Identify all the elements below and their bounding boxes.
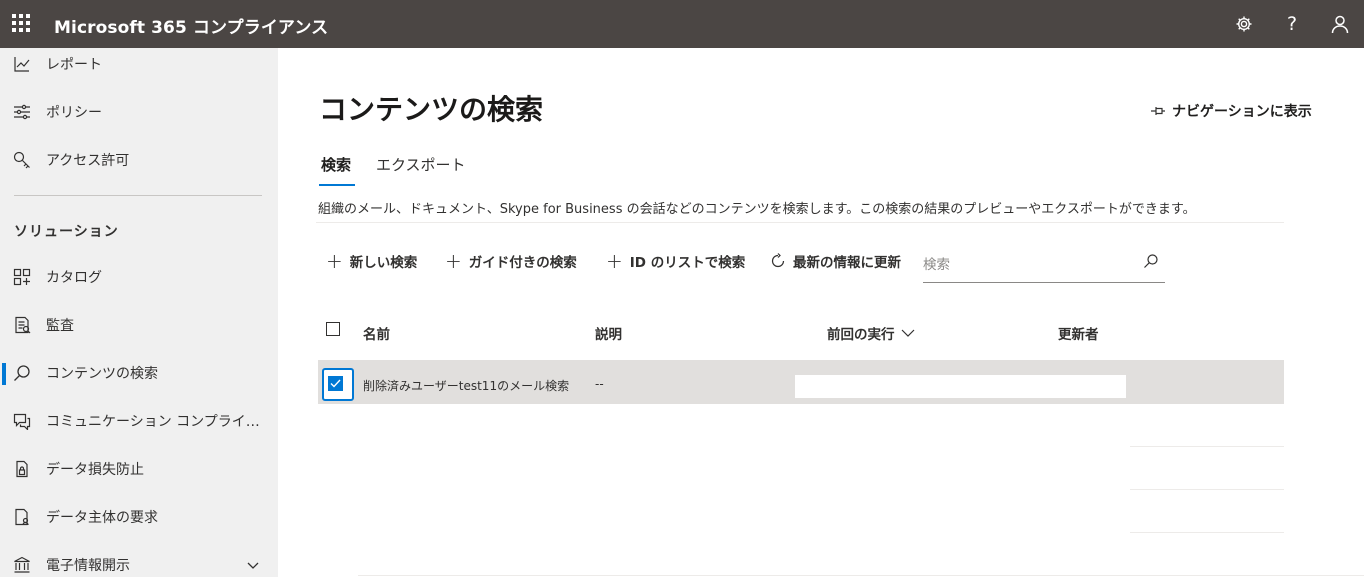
active-indicator [2, 363, 6, 385]
divider [1130, 489, 1284, 490]
sidebar-item-label: カタログ [46, 270, 102, 286]
tab-label: 検索 [321, 156, 352, 174]
checkmark-icon [330, 379, 341, 388]
audit-icon [15, 316, 31, 334]
sidebar: レポート ポリシー アクセス許可 ソリューション カタログ 監査 コンテンツの検… [0, 48, 278, 577]
sidebar-item-catalog[interactable]: カタログ [0, 257, 278, 297]
sidebar-item-dlp[interactable]: データ損失防止 [0, 449, 278, 489]
sidebar-item-label: コミュニケーション コンプライ… [46, 414, 260, 430]
sidebar-item-permissions[interactable]: アクセス許可 [0, 140, 278, 180]
column-header-name[interactable]: 名前 [363, 323, 390, 343]
sidebar-item-policy[interactable]: ポリシー [0, 92, 278, 132]
sidebar-item-ediscovery[interactable]: 電子情報開示 [0, 545, 278, 585]
sidebar-item-label: コンテンツの検索 [46, 366, 158, 382]
sidebar-item-audit[interactable]: 監査 [0, 305, 278, 345]
ediscovery-icon [14, 556, 30, 573]
plus-icon: + [445, 249, 462, 273]
divider [316, 222, 1284, 223]
chevron-down-icon [901, 329, 914, 337]
sidebar-item-label: 電子情報開示 [46, 558, 130, 574]
divider [1130, 532, 1284, 533]
help-icon[interactable]: ? [1280, 12, 1304, 36]
search-box [923, 248, 1165, 283]
column-header-label: 前回の実行 [827, 327, 895, 343]
refresh-icon [771, 253, 785, 268]
plus-icon: + [606, 249, 623, 273]
plus-icon: + [326, 249, 343, 273]
page-description: 組織のメール、ドキュメント、Skype for Business の会話などのコ… [318, 202, 1196, 217]
new-search-button[interactable]: + 新しい検索 [326, 251, 417, 271]
dsr-icon [15, 508, 29, 526]
tab-label: エクスポート [376, 156, 466, 174]
id-list-search-button[interactable]: + ID のリストで検索 [606, 251, 745, 271]
button-label: ID のリストで検索 [629, 255, 746, 271]
app-title[interactable]: Microsoft 365 コンプライアンス [54, 13, 328, 38]
divider [1130, 446, 1284, 447]
sidebar-item-label: アクセス許可 [46, 153, 130, 169]
waffle-icon[interactable] [12, 14, 32, 34]
row-checkbox[interactable] [328, 376, 343, 391]
show-in-nav-label: ナビゲーションに表示 [1172, 104, 1312, 120]
sidebar-item-report[interactable]: レポート [0, 44, 278, 84]
sidebar-divider [14, 195, 262, 196]
sidebar-item-label: レポート [46, 57, 102, 73]
sidebar-item-label: データ損失防止 [46, 462, 144, 478]
search-icon[interactable] [1143, 253, 1159, 269]
search-icon [14, 365, 30, 381]
report-icon [14, 57, 30, 72]
policy-icon [14, 104, 30, 120]
show-in-nav-button[interactable]: ナビゲーションに表示 [1150, 101, 1312, 121]
sidebar-item-label: 監査 [46, 318, 74, 334]
column-header-label: 説明 [595, 327, 622, 343]
settings-icon[interactable] [1232, 12, 1256, 36]
button-label: ガイド付きの検索 [468, 255, 577, 271]
sidebar-item-dsr[interactable]: データ主体の要求 [0, 497, 278, 537]
cell-last-run [795, 375, 1126, 398]
main-content: コンテンツの検索 ナビゲーションに表示 検索 エクスポート 組織のメール、ドキュ… [278, 48, 1364, 577]
catalog-icon [13, 268, 31, 286]
top-bar: Microsoft 365 コンプライアンス ? [0, 0, 1364, 48]
select-all-checkbox[interactable] [326, 322, 340, 336]
guided-search-button[interactable]: + ガイド付きの検索 [445, 251, 577, 271]
column-header-last-run[interactable]: 前回の実行 [827, 323, 915, 343]
divider [358, 575, 1364, 576]
column-header-label: 更新者 [1058, 327, 1099, 343]
sidebar-item-content-search[interactable]: コンテンツの検索 [0, 353, 278, 393]
search-input[interactable] [923, 254, 1133, 276]
row-checkbox-focus[interactable] [322, 368, 354, 401]
page-title: コンテンツの検索 [319, 93, 544, 126]
dlp-icon [16, 460, 28, 478]
chevron-down-icon[interactable] [245, 557, 261, 573]
tab-export[interactable]: エクスポート [376, 154, 466, 183]
pin-icon [1151, 107, 1165, 115]
button-label: 最新の情報に更新 [793, 255, 901, 271]
sidebar-item-label: ポリシー [46, 105, 102, 121]
column-header-label: 名前 [363, 327, 390, 343]
sidebar-item-label: データ主体の要求 [46, 510, 158, 526]
cell-name[interactable]: 削除済みユーザーtest11のメール検索 [363, 377, 569, 394]
refresh-button[interactable]: 最新の情報に更新 [770, 251, 901, 271]
sidebar-item-communication-compliance[interactable]: コミュニケーション コンプライ… [0, 401, 278, 441]
tab-selected-indicator [319, 184, 355, 186]
button-label: 新しい検索 [349, 255, 418, 271]
account-icon[interactable] [1328, 12, 1352, 36]
cell-description: -- [595, 377, 604, 391]
sidebar-section-title: ソリューション [14, 224, 119, 240]
column-header-modified-by[interactable]: 更新者 [1058, 323, 1099, 343]
permissions-icon [13, 151, 30, 169]
table-row[interactable]: 削除済みユーザーtest11のメール検索 -- [318, 360, 1284, 404]
communication-icon [13, 413, 31, 430]
column-header-description[interactable]: 説明 [595, 323, 622, 343]
tab-search[interactable]: 検索 [319, 154, 355, 186]
